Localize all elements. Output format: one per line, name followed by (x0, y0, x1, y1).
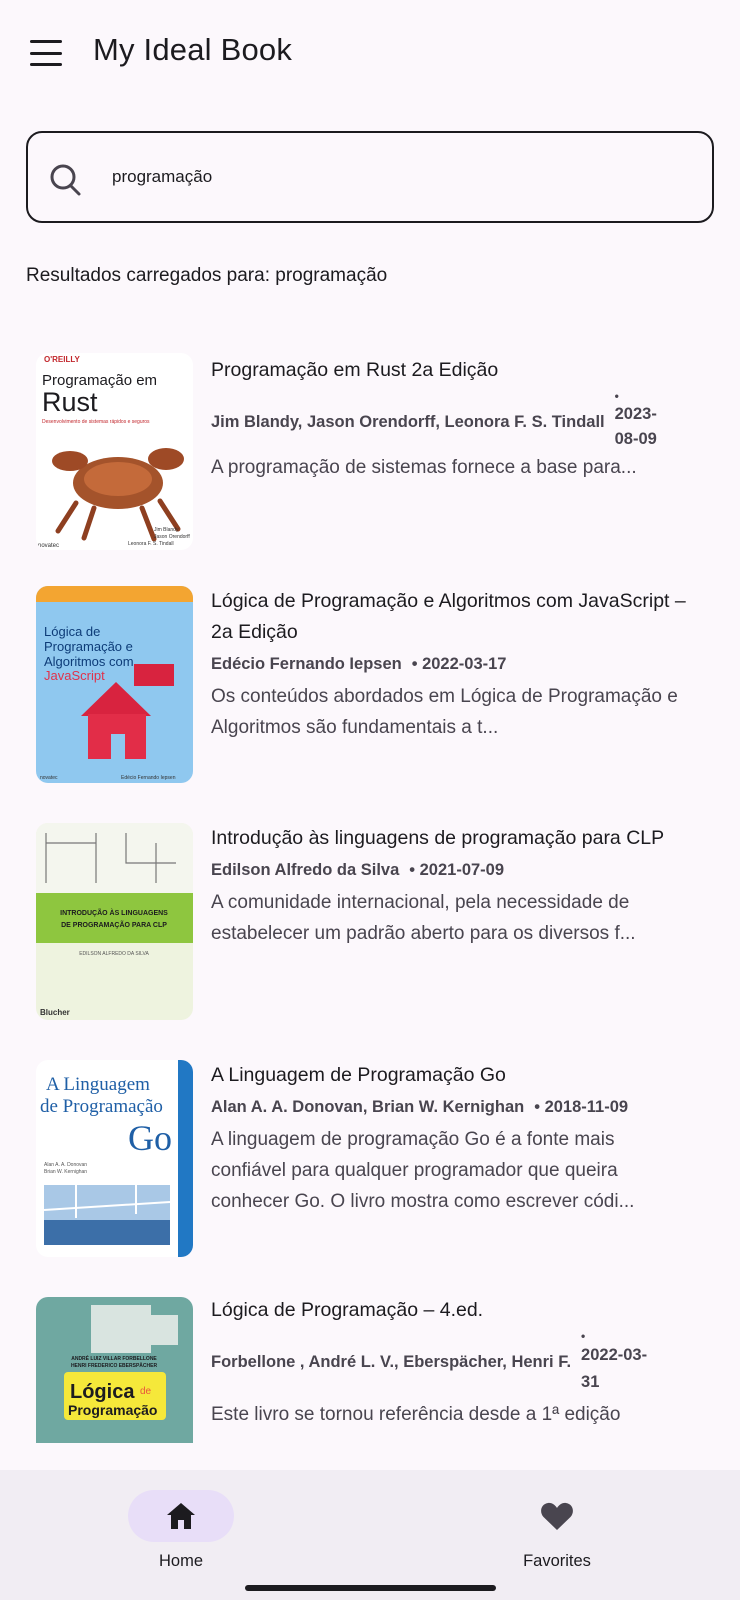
heart-icon (541, 1502, 573, 1530)
book-cover: Lógica de Programação e Algoritmos com J… (36, 586, 193, 783)
book-title: Introdução às linguagens de programação … (211, 827, 665, 849)
book-date: • 2018-11-09 (534, 1098, 629, 1116)
cover-title-line2: DE PROGRAMAÇÃO PARA CLP (61, 920, 167, 929)
cover-title-line3: Go (128, 1118, 172, 1158)
book-cover: ANDRÉ LUIZ VILLAR FORBELLONE HENRI FREDE… (36, 1297, 193, 1443)
book-authors: Edilson Alfredo da Silva (211, 861, 400, 879)
nav-favorites[interactable]: Favorites (482, 1490, 632, 1571)
cover-title-line1: Lógica (70, 1381, 135, 1403)
book-date: 2023-08-09 (614, 405, 657, 448)
cover-title-line4: JavaScript (44, 668, 105, 683)
book-title: Lógica de Programação e Algoritmos com J… (211, 590, 686, 643)
book-authors: Edécio Fernando Iepsen (211, 655, 402, 673)
book-authors: Forbellone , André L. V., Eberspächer, H… (211, 1353, 572, 1371)
date-bullet: • (581, 1329, 586, 1343)
menu-icon[interactable] (30, 40, 62, 66)
home-icon (167, 1503, 195, 1529)
book-description: Este livro se tornou referência desde a … (211, 1404, 621, 1425)
search-bar[interactable] (26, 131, 714, 223)
book-description: Os conteúdos abordados em Lógica de Prog… (211, 686, 678, 738)
book-description: A comunidade internacional, pela necessi… (211, 892, 636, 944)
cover-title-line3: Algoritmos com (44, 654, 134, 669)
cover-title-line1: A Linguagem (46, 1074, 150, 1095)
search-input[interactable] (112, 159, 672, 195)
cover-brand: novatec (40, 775, 58, 781)
book-description: A linguagem de programação Go é a fonte … (211, 1129, 635, 1212)
book-title: Programação em Rust 2a Edição (211, 359, 499, 381)
book-authors: Alan A. A. Donovan, Brian W. Kernighan (211, 1098, 525, 1116)
svg-text:HENRI FREDERICO EBERSPÄCHER: HENRI FREDERICO EBERSPÄCHER (71, 1362, 158, 1369)
book-cover: O'REILLY Programação em Rust Desenvolvim… (36, 353, 193, 550)
book-authors: Jim Blandy, Jason Orendorff, Leonora F. … (211, 413, 605, 431)
cover-publisher: O'REILLY (44, 355, 81, 364)
nav-favorites-indicator (504, 1490, 610, 1542)
cover-title-line2: Programação e (44, 639, 133, 654)
book-item[interactable]: Lógica de Programação e Algoritmos com J… (0, 566, 740, 783)
nav-favorites-label: Favorites (523, 1552, 591, 1570)
svg-text:Brian W. Kernighan: Brian W. Kernighan (44, 1169, 87, 1175)
book-item[interactable]: O'REILLY Programação em Rust Desenvolvim… (0, 330, 740, 550)
book-title: Lógica de Programação – 4.ed. (211, 1299, 484, 1321)
book-title: A Linguagem de Programação Go (211, 1064, 506, 1086)
book-cover: INTRODUÇÃO ÀS LINGUAGENS DE PROGRAMAÇÃO … (36, 823, 193, 1020)
results-label: Resultados carregados para: programação (26, 265, 388, 286)
book-item[interactable]: ANDRÉ LUIZ VILLAR FORBELLONE HENRI FREDE… (0, 1275, 740, 1443)
book-item[interactable]: INTRODUÇÃO ÀS LINGUAGENS DE PROGRAMAÇÃO … (0, 803, 740, 1020)
nav-home[interactable]: Home (106, 1490, 256, 1571)
svg-text:ANDRÉ LUIZ VILLAR FORBELLONE: ANDRÉ LUIZ VILLAR FORBELLONE (71, 1354, 157, 1362)
cover-brand: Blucher (40, 1008, 70, 1017)
cover-title-line3: Programação (68, 1402, 157, 1418)
book-cover: A Linguagem de Programação Go Alan A. A.… (36, 1060, 193, 1257)
cover-title-line1: INTRODUÇÃO ÀS LINGUAGENS (60, 908, 168, 917)
bottom-navigation: Home Favorites (0, 1470, 740, 1600)
gesture-bar (245, 1585, 496, 1591)
book-date: 2022-03-31 (581, 1346, 648, 1391)
date-bullet: • (614, 389, 619, 403)
svg-text:Jim Blandy: Jim Blandy (154, 527, 179, 533)
book-date: • 2022-03-17 (411, 655, 507, 673)
svg-text:Alan A. A. Donovan: Alan A. A. Donovan (44, 1162, 87, 1168)
nav-home-label: Home (158, 1552, 203, 1570)
app-title: My Ideal Book (93, 32, 293, 67)
cover-author: Edécio Fernando Iepsen (121, 775, 176, 781)
book-item[interactable]: A Linguagem de Programação Go Alan A. A.… (0, 1040, 740, 1257)
nav-home-indicator (128, 1490, 234, 1542)
cover-title-line2: de Programação (40, 1096, 163, 1117)
book-description: A programação de sistemas fornece a base… (211, 457, 637, 478)
cover-title-line2: de (140, 1386, 152, 1397)
book-list[interactable]: O'REILLY Programação em Rust Desenvolvim… (0, 330, 740, 1443)
svg-text:Jason Orendorff: Jason Orendorff (154, 534, 190, 540)
cover-author: EDILSON ALFREDO DA SILVA (79, 951, 149, 957)
book-date: • 2021-07-09 (409, 861, 505, 879)
search-icon (50, 164, 81, 196)
cover-subtitle: Desenvolvimento de sistemas rápidos e se… (42, 419, 150, 425)
cover-title-line1: Lógica de (44, 624, 100, 639)
top-app-bar: My Ideal Book (0, 0, 740, 104)
svg-text:Leonora F. S. Tindall: Leonora F. S. Tindall (128, 541, 174, 547)
cover-brand: novatec (38, 543, 59, 549)
cover-title-line2: Rust (42, 387, 98, 417)
